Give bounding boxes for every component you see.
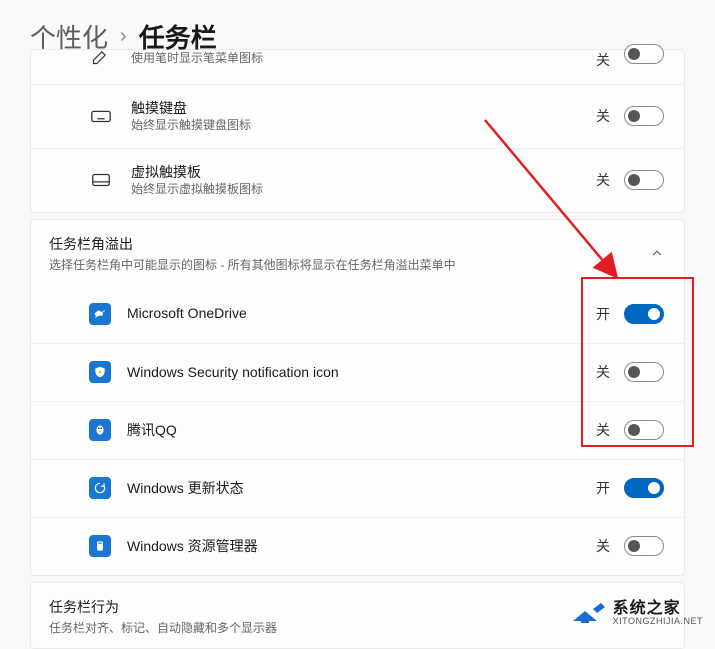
- row-security[interactable]: Windows Security notification icon 关: [31, 343, 684, 401]
- virtual-touchpad-toggle[interactable]: [624, 170, 664, 190]
- overflow-title: 任务栏角溢出: [49, 234, 650, 254]
- touch-keyboard-desc: 始终显示触摸键盘图标: [131, 118, 596, 134]
- row-update[interactable]: Windows 更新状态 开: [31, 459, 684, 517]
- row-onedrive[interactable]: Microsoft OneDrive 开: [31, 285, 684, 343]
- qq-state: 关: [596, 420, 610, 440]
- touch-keyboard-state: 关: [596, 106, 610, 126]
- corner-icons-panel: 使用笔时显示笔菜单图标 关 触摸键盘 始终显示触摸键盘图标 关 虚拟触摸板 始终…: [30, 49, 685, 213]
- update-state: 开: [596, 478, 610, 498]
- virtual-touchpad-title: 虚拟触摸板: [131, 163, 596, 181]
- pen-icon: [89, 44, 113, 68]
- watermark-text-en: XITONGZHIJIA.NET: [613, 617, 703, 626]
- overflow-panel: 任务栏角溢出 选择任务栏角中可能显示的图标 - 所有其他图标将显示在任务栏角溢出…: [30, 219, 685, 576]
- keyboard-icon: [89, 104, 113, 128]
- explorer-toggle[interactable]: [624, 536, 664, 556]
- touchpad-icon: [89, 168, 113, 192]
- overflow-desc: 选择任务栏角中可能显示的图标 - 所有其他图标将显示在任务栏角溢出菜单中: [49, 256, 650, 273]
- qq-toggle[interactable]: [624, 420, 664, 440]
- row-touch-keyboard[interactable]: 触摸键盘 始终显示触摸键盘图标 关: [31, 84, 684, 148]
- onedrive-label: Microsoft OneDrive: [127, 304, 596, 322]
- virtual-touchpad-desc: 始终显示虚拟触摸板图标: [131, 182, 596, 198]
- row-explorer[interactable]: Windows 资源管理器 关: [31, 517, 684, 575]
- watermark-logo-icon: [571, 599, 607, 627]
- chevron-up-icon: [650, 246, 664, 260]
- explorer-label: Windows 资源管理器: [127, 537, 596, 555]
- security-label: Windows Security notification icon: [127, 363, 596, 381]
- watermark: 系统之家 XITONGZHIJIA.NET: [571, 599, 703, 627]
- update-label: Windows 更新状态: [127, 479, 596, 497]
- security-icon: [89, 361, 111, 383]
- qq-label: 腾讯QQ: [127, 421, 596, 439]
- watermark-text-cn: 系统之家: [613, 601, 703, 617]
- update-toggle[interactable]: [624, 478, 664, 498]
- virtual-touchpad-state: 关: [596, 170, 610, 190]
- pen-state: 关: [596, 50, 610, 70]
- onedrive-state: 开: [596, 304, 610, 324]
- row-pen-menu[interactable]: 使用笔时显示笔菜单图标 关: [31, 50, 684, 84]
- security-toggle[interactable]: [624, 362, 664, 382]
- touch-keyboard-title: 触摸键盘: [131, 99, 596, 117]
- chevron-right-icon: ›: [120, 25, 127, 48]
- row-qq[interactable]: 腾讯QQ 关: [31, 401, 684, 459]
- touch-keyboard-toggle[interactable]: [624, 106, 664, 126]
- explorer-state: 关: [596, 536, 610, 556]
- explorer-icon: [89, 535, 111, 557]
- row-virtual-touchpad[interactable]: 虚拟触摸板 始终显示虚拟触摸板图标 关: [31, 148, 684, 212]
- qq-icon: [89, 419, 111, 441]
- onedrive-icon: [89, 303, 111, 325]
- pen-desc: 使用笔时显示笔菜单图标: [131, 51, 596, 67]
- overflow-header[interactable]: 任务栏角溢出 选择任务栏角中可能显示的图标 - 所有其他图标将显示在任务栏角溢出…: [31, 220, 684, 285]
- update-icon: [89, 477, 111, 499]
- onedrive-toggle[interactable]: [624, 304, 664, 324]
- pen-toggle[interactable]: [624, 44, 664, 64]
- security-state: 关: [596, 362, 610, 382]
